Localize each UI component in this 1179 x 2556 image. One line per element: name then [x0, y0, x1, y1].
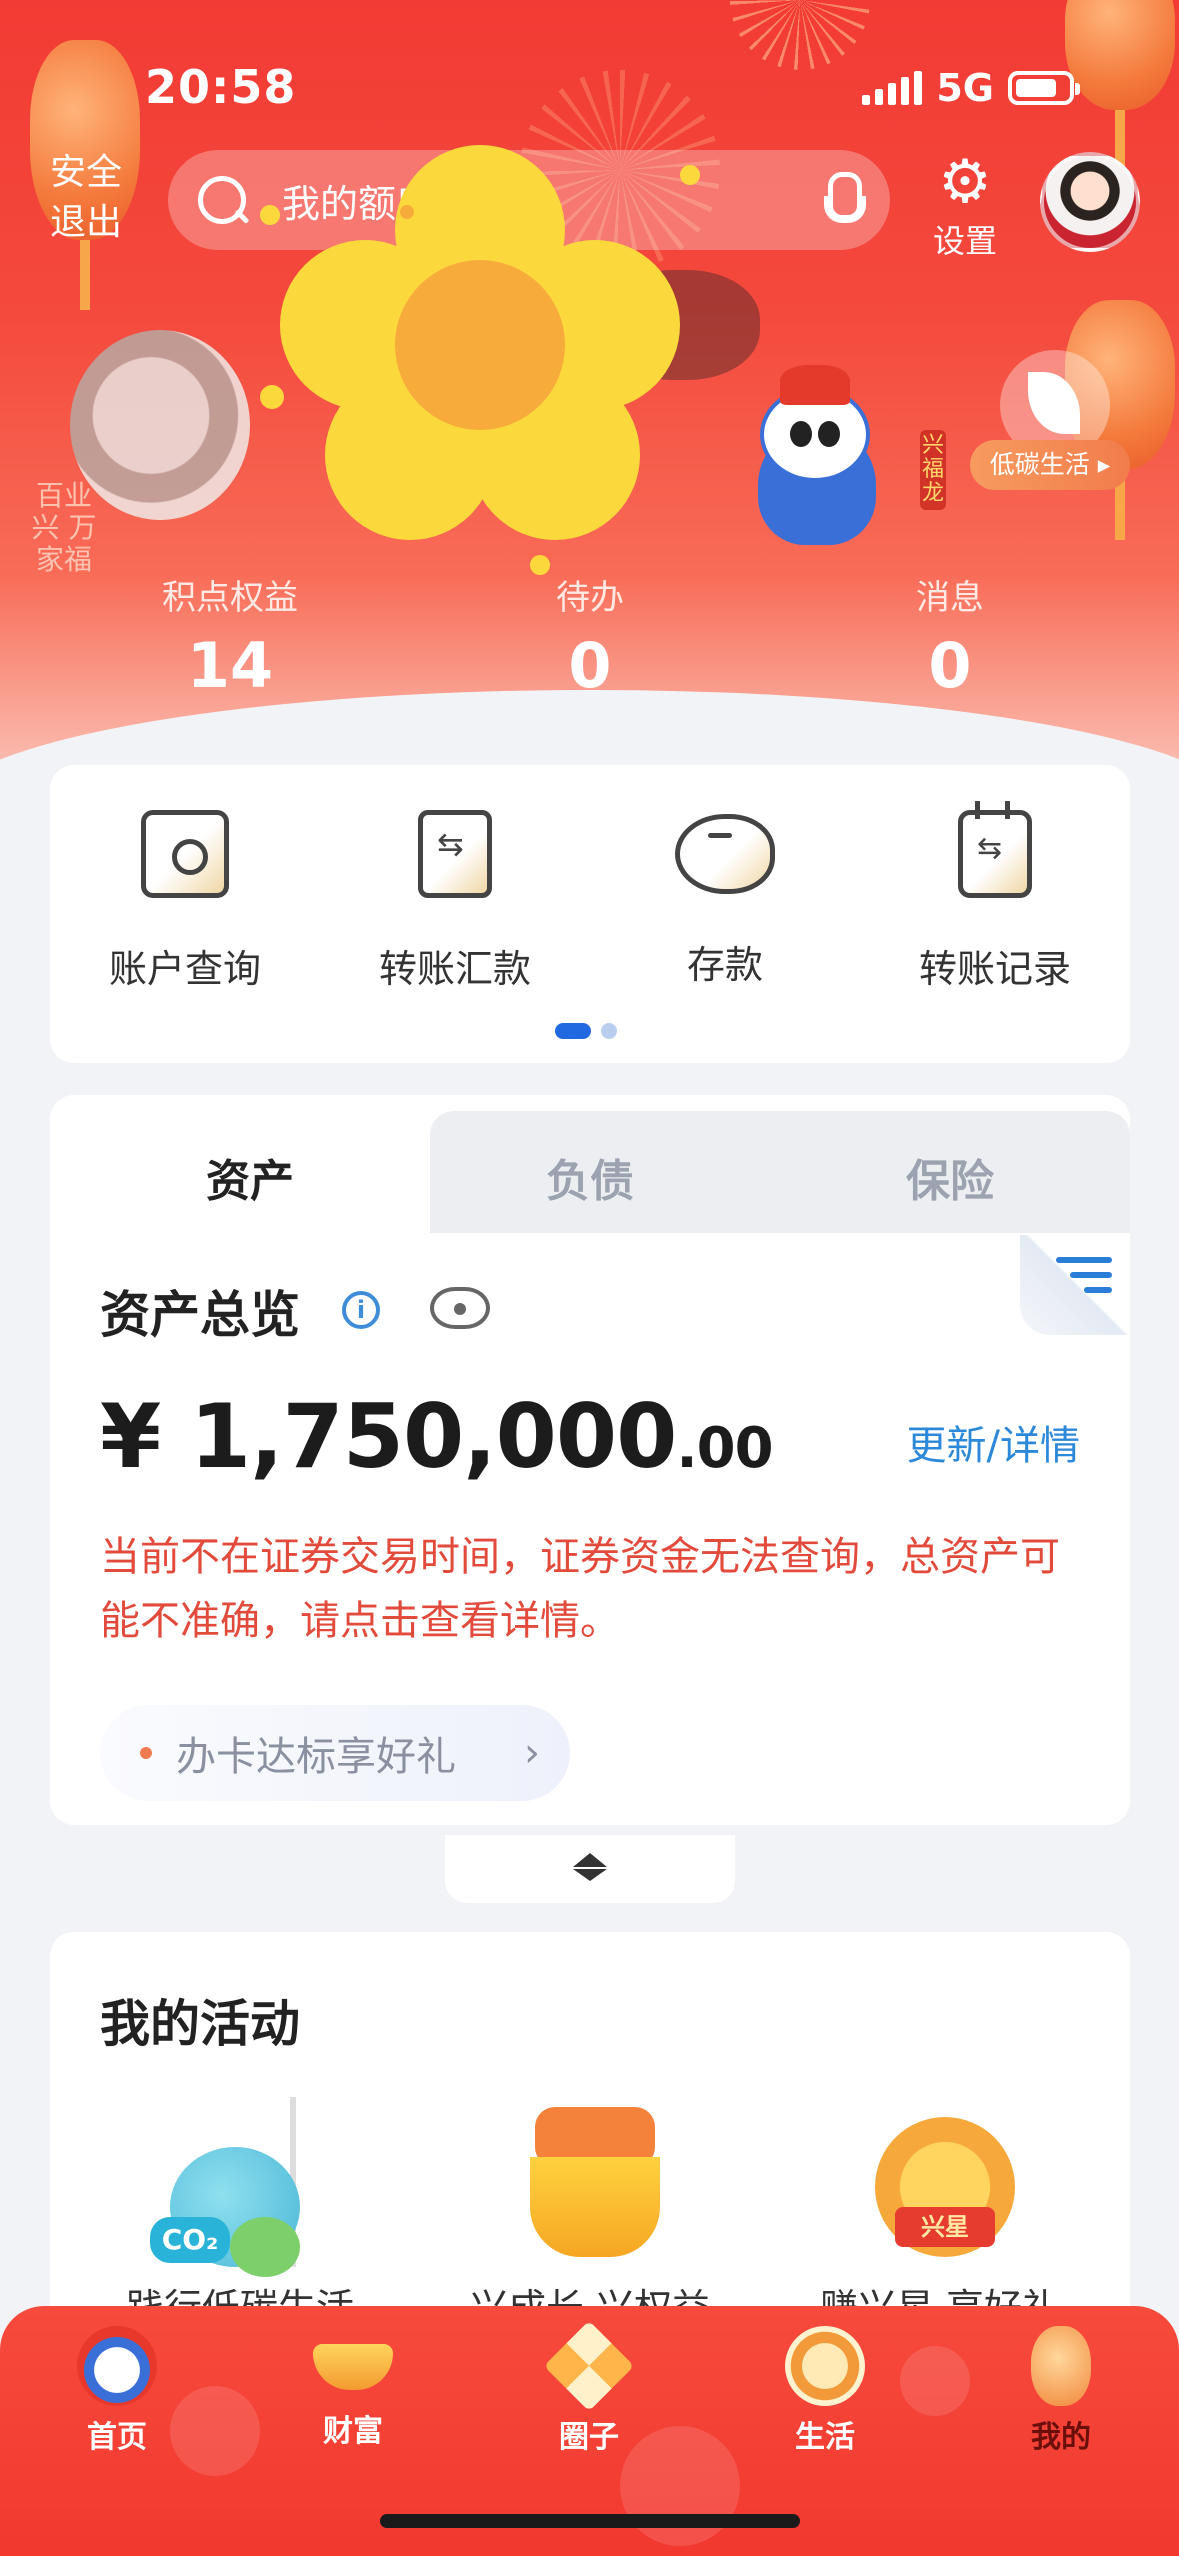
quick-action-label: 账户查询	[108, 947, 261, 991]
mascot-tag: 兴福龙	[920, 430, 946, 510]
lantern-decoration-top-right	[1065, 0, 1175, 180]
nav-mine[interactable]: 我的	[961, 2326, 1161, 2456]
nav-label: 生活	[795, 2420, 855, 2455]
overview-title: 资产总览	[100, 1286, 300, 1344]
nav-wealth[interactable]: 财富	[253, 2326, 453, 2450]
activity-stars[interactable]: 兴星 赚兴星 享好礼	[790, 2097, 1090, 2332]
stats-row: 积点权益 14 待办 0 消息 0	[0, 570, 1179, 720]
quick-action-transfer[interactable]: 转账汇款	[320, 810, 590, 993]
activity-growth[interactable]: 兴成长 兴权益	[440, 2097, 740, 2332]
total-asset-amount: ¥ 1,750,000.00	[100, 1385, 774, 1488]
firework-decoration	[730, 0, 870, 70]
nav-label: 首页	[87, 2420, 147, 2455]
nav-label: 财富	[323, 2414, 383, 2449]
stat-points[interactable]: 积点权益 14	[80, 570, 380, 702]
collapse-toggle[interactable]	[445, 1835, 735, 1903]
nav-circle[interactable]: 圈子	[489, 2320, 689, 2456]
asset-tabs: 资产 负债 保险	[50, 1095, 1130, 1233]
nav-label: 我的	[1031, 2420, 1091, 2455]
vertical-slogan: 百业兴 万家福	[31, 479, 97, 576]
info-icon[interactable]: i	[342, 1291, 380, 1329]
low-carbon-button[interactable]: 低碳生活 ▸	[970, 440, 1130, 490]
gear-icon: ⚙	[938, 147, 992, 217]
settings-label: 设置	[932, 222, 997, 260]
filter-icon[interactable]	[1056, 1257, 1112, 1301]
network-type: 5G	[936, 66, 994, 110]
battery-icon	[1008, 71, 1080, 105]
activity-low-carbon[interactable]: CO₂ 践行低碳生活	[90, 2097, 390, 2332]
chevron-right-icon: ›	[524, 1730, 540, 1776]
quick-action-label: 转账记录	[918, 947, 1071, 991]
gold-ingot-icon	[313, 2344, 393, 2390]
tab-insurance[interactable]: 保险	[780, 1145, 1120, 1209]
assets-card: 资产 负债 保险 资产总览 i ¥ 1,750,000.00 更新/详情 当前不…	[50, 1095, 1130, 1825]
search-icon	[194, 172, 250, 228]
piggy-bank-icon	[675, 814, 775, 894]
quick-action-account-query[interactable]: 账户查询	[50, 810, 320, 993]
status-indicators: 5G	[862, 66, 1080, 110]
quick-action-transfer-record[interactable]: 转账记录	[860, 801, 1130, 993]
securities-warning[interactable]: 当前不在证券交易时间，证券资金无法查询，总资产可能不准确，请点击查看详情。	[100, 1525, 1090, 1653]
stat-label: 待办	[556, 578, 624, 618]
settings-button[interactable]: ⚙ 设置	[925, 150, 1005, 262]
nav-label: 圈子	[559, 2420, 619, 2455]
quick-action-deposit[interactable]: 存款	[590, 810, 860, 989]
quick-action-label: 存款	[686, 943, 763, 987]
nav-life[interactable]: 生活	[725, 2326, 925, 2456]
update-details-link[interactable]: 更新/详情	[907, 1413, 1080, 1471]
stat-value: 0	[568, 629, 612, 702]
stat-label: 消息	[916, 578, 984, 618]
amount-decimal: .00	[676, 1416, 773, 1481]
logout-button[interactable]: 安全 退出	[36, 148, 136, 248]
quick-action-label: 转账汇款	[378, 947, 531, 991]
tab-liabilities[interactable]: 负债	[420, 1145, 760, 1209]
customer-service-avatar[interactable]	[1040, 152, 1140, 252]
currency-symbol: ¥	[100, 1385, 161, 1488]
promo-pill[interactable]: 办卡达标享好礼 ›	[100, 1705, 570, 1801]
stat-value: 14	[186, 629, 274, 702]
star-badge-label: 兴星	[895, 2207, 995, 2247]
low-carbon-label: 低碳生活	[989, 450, 1090, 479]
stat-label: 积点权益	[162, 578, 298, 618]
stat-todo[interactable]: 待办 0	[440, 570, 740, 702]
transfer-record-icon	[958, 801, 1032, 898]
wallet-icon	[141, 810, 229, 898]
promo-text: 办卡达标享好礼	[176, 1734, 456, 1780]
bullet-dot	[140, 1747, 152, 1759]
nav-home[interactable]: 首页	[17, 2326, 217, 2456]
status-time: 20:58	[145, 60, 297, 114]
stat-value: 0	[928, 629, 972, 702]
stat-messages[interactable]: 消息 0	[800, 570, 1100, 702]
microphone-icon[interactable]	[816, 170, 866, 230]
quick-actions-card: 账户查询 转账汇款 存款 转账记录	[50, 765, 1130, 1063]
activities-title: 我的活动	[100, 1995, 300, 2053]
home-mascot-icon	[77, 2326, 157, 2406]
home-indicator[interactable]	[380, 2514, 800, 2528]
amount-main: 1,750,000	[189, 1385, 677, 1488]
eye-icon[interactable]	[430, 1287, 490, 1329]
tab-assets[interactable]: 资产	[80, 1145, 420, 1209]
earth-icon: CO₂	[150, 2097, 330, 2277]
dragon-mascot[interactable]	[740, 365, 890, 565]
flower-sticker	[260, 145, 700, 575]
lantern-icon	[1031, 2326, 1091, 2406]
signal-icon	[862, 71, 923, 105]
transfer-icon	[418, 810, 492, 898]
expand-collapse-icon	[573, 1853, 607, 1883]
leaf-icon	[1028, 372, 1080, 434]
star-badge-icon: 兴星	[850, 2097, 1030, 2267]
drum-icon	[785, 2326, 865, 2406]
page-indicator	[555, 1023, 617, 1039]
gift-box-icon	[500, 2097, 680, 2267]
co2-badge: CO₂	[150, 2217, 230, 2263]
pinwheel-icon	[543, 2320, 635, 2412]
